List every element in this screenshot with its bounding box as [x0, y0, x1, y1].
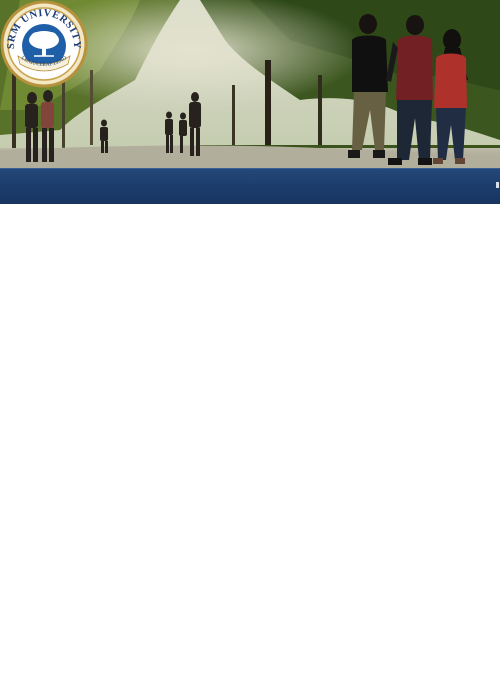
page: SRM UNIVERSITY LEARN.LEAP.LEAD	[0, 0, 500, 700]
main-navigation-bar	[0, 168, 500, 204]
nav-edge-marker	[496, 182, 499, 188]
main-content-area	[0, 204, 500, 700]
university-logo[interactable]: SRM UNIVERSITY LEARN.LEAP.LEAD	[0, 0, 88, 88]
